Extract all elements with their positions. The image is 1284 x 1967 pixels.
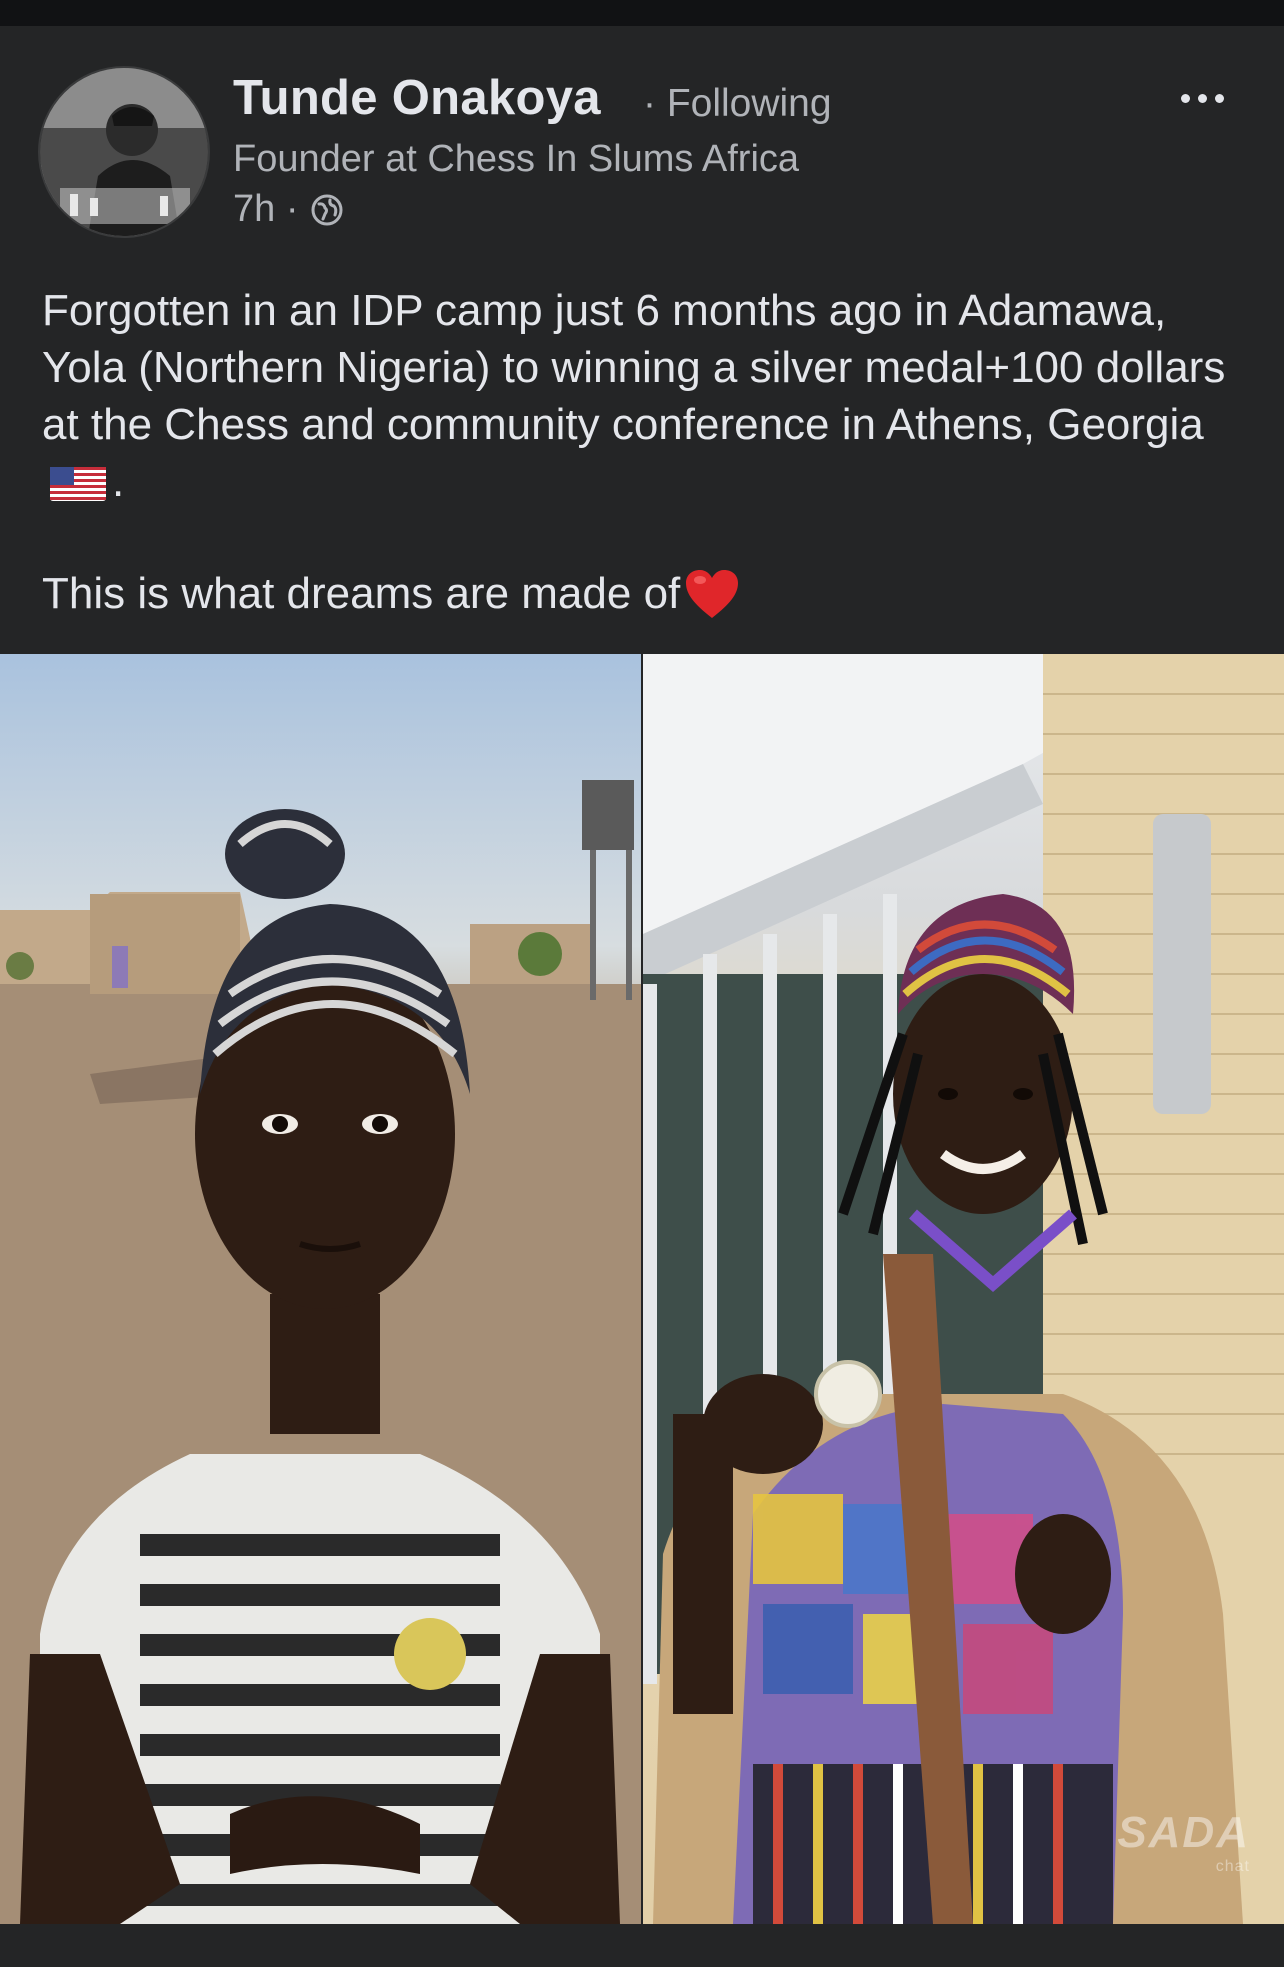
author-title: Founder at Chess In Slums Africa (233, 138, 800, 180)
photo-girl-with-medal (643, 654, 1284, 1924)
dot-icon (1197, 93, 1207, 103)
post-time[interactable]: 7h · (233, 188, 298, 231)
status-bar (0, 0, 1284, 26)
watermark-text: SADA (1117, 1808, 1250, 1857)
post-body: Forgotten in an IDP camp just 6 months a… (42, 282, 1242, 510)
watermark-logo: SADA chat (1117, 1808, 1250, 1876)
post-meta: 7h · (233, 188, 344, 231)
post-photos: SADA chat (0, 654, 1284, 1924)
photo-girl-idp-camp (0, 780, 641, 1924)
red-heart-icon (686, 570, 739, 618)
post-text-end: . (112, 457, 125, 506)
avatar-photo (40, 68, 208, 236)
globe-icon (311, 194, 343, 225)
author-name[interactable]: Tunde Onakoya (233, 70, 601, 126)
us-flag-icon (50, 467, 106, 502)
photo-after[interactable]: SADA chat (643, 654, 1284, 1924)
closing-text: This is what dreams are made of (42, 569, 681, 618)
follow-status[interactable]: · Following (643, 82, 832, 126)
watermark-sub: chat (1215, 1858, 1250, 1875)
author-avatar[interactable] (38, 66, 210, 238)
photo-before[interactable] (0, 654, 641, 1924)
post-closing-line: This is what dreams are made of (42, 568, 740, 620)
dot-icon (1214, 93, 1224, 103)
dot-icon (1180, 93, 1190, 103)
post-text: Forgotten in an IDP camp just 6 months a… (42, 286, 1226, 449)
more-options-button[interactable] (1172, 78, 1232, 118)
